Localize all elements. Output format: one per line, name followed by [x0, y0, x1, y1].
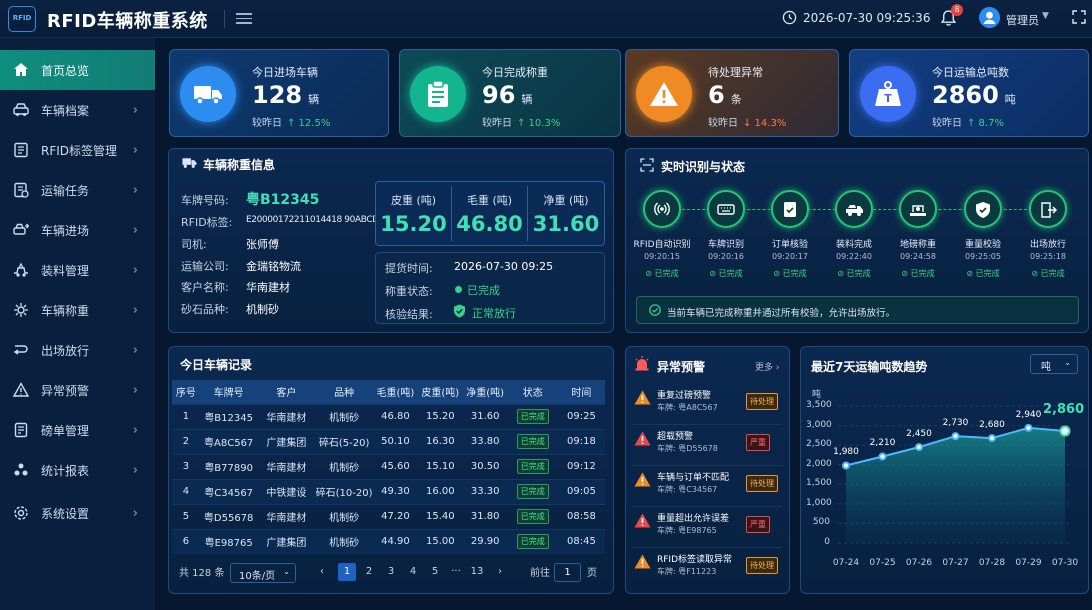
data-point[interactable]: [951, 432, 960, 441]
data-point[interactable]: [878, 452, 887, 461]
data-label: 2,450: [906, 429, 932, 440]
data-point[interactable]: [1024, 423, 1033, 432]
data-point[interactable]: [988, 434, 996, 443]
data-label: 2,680: [979, 420, 1005, 431]
data-point[interactable]: [842, 461, 850, 470]
trend-chart: [838, 405, 1072, 544]
data-label: 2,210: [869, 438, 896, 449]
data-point[interactable]: [915, 443, 923, 452]
data-label: 2,860: [1043, 402, 1085, 418]
data-label: 1,980: [833, 447, 859, 458]
data-point[interactable]: [1059, 425, 1071, 437]
data-label: 2,730: [942, 418, 969, 429]
data-label: 2,940: [1015, 409, 1042, 420]
